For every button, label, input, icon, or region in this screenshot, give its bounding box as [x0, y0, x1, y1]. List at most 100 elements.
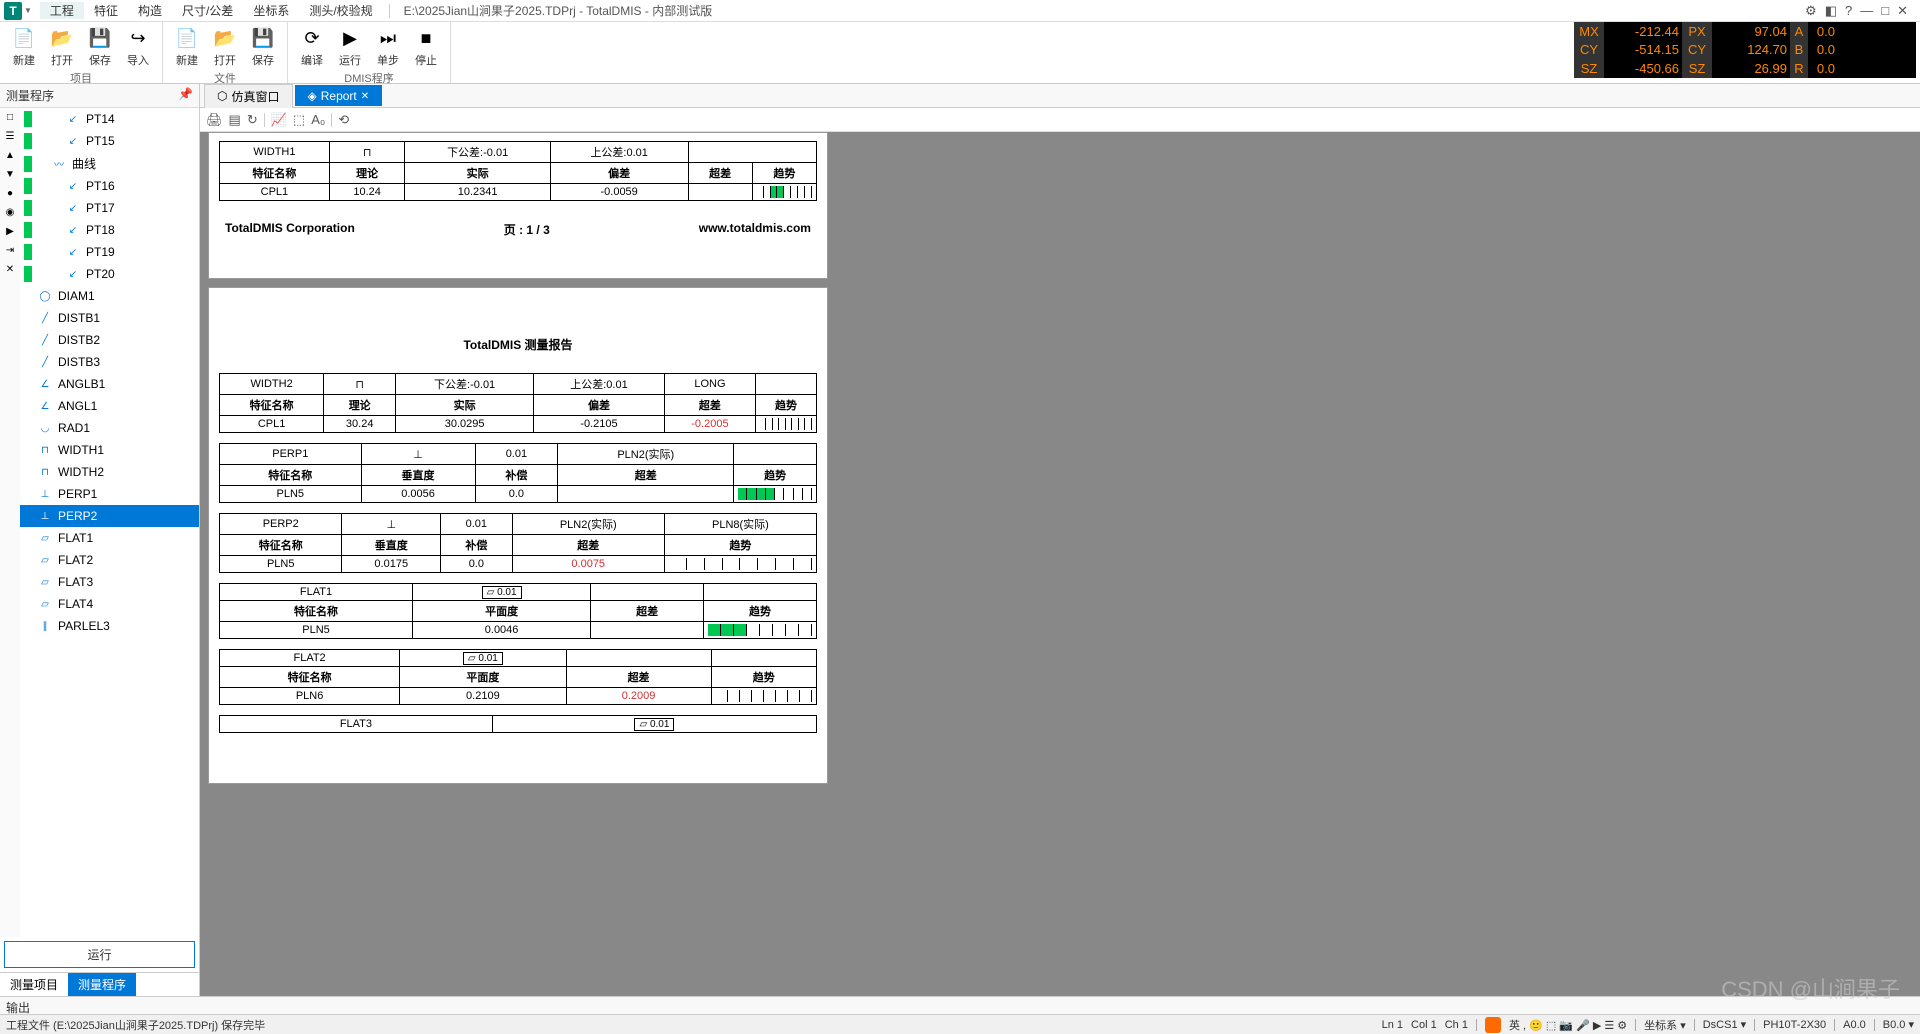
- toolbar-icon[interactable]: ⟲: [338, 112, 349, 128]
- tree-item-PARLEL3[interactable]: ∥PARLEL3: [20, 615, 199, 637]
- layout-icon[interactable]: ◧: [1825, 3, 1837, 19]
- run-button[interactable]: 运行: [4, 941, 195, 968]
- tree-item-曲线[interactable]: 〰曲线: [20, 152, 199, 175]
- side-icon[interactable]: ✕: [6, 264, 14, 275]
- report-scroll[interactable]: WIDTH1⊓下公差:-0.01上公差:0.01 特征名称理论实际偏差超差趋势 …: [200, 132, 1920, 996]
- footer-url: www.totaldmis.com: [699, 221, 811, 238]
- status-probe[interactable]: PH10T-2X30: [1763, 1019, 1826, 1031]
- status-bar-indicator: [24, 552, 32, 568]
- ribbon-icon: ▶: [338, 26, 362, 50]
- tree-item-PT14[interactable]: ↙PT14: [20, 108, 199, 130]
- tree-item-PT19[interactable]: ↙PT19: [20, 241, 199, 263]
- status-dscs[interactable]: DsCS1 ▾: [1703, 1018, 1746, 1031]
- ime-icon[interactable]: [1485, 1017, 1501, 1033]
- tree-item-label: DISTB2: [58, 333, 100, 347]
- pin-icon[interactable]: 📌: [178, 87, 193, 104]
- maximize-button[interactable]: □: [1881, 3, 1889, 19]
- feature-icon: ↙: [64, 114, 82, 125]
- feature-icon: ↙: [64, 181, 82, 192]
- program-tree[interactable]: ↙PT14↙PT15〰曲线↙PT16↙PT17↙PT18↙PT19↙PT20◯D…: [20, 108, 199, 937]
- tab-simulation[interactable]: ⬡ 仿真窗口: [204, 84, 293, 108]
- side-icon[interactable]: ▶: [6, 226, 14, 237]
- tree-item-FLAT2[interactable]: ▱FLAT2: [20, 549, 199, 571]
- ribbon-btn-单步[interactable]: ⏭单步: [370, 24, 406, 70]
- feature-icon: ⊥: [36, 489, 54, 500]
- tree-item-PT16[interactable]: ↙PT16: [20, 175, 199, 197]
- ribbon-btn-运行[interactable]: ▶运行: [332, 24, 368, 70]
- ribbon-btn-新建[interactable]: 📄新建: [6, 24, 42, 70]
- ribbon-btn-导入[interactable]: ↪导入: [120, 24, 156, 70]
- ribbon-icon: ↪: [126, 26, 150, 50]
- side-icon[interactable]: ◉: [6, 207, 15, 218]
- feature-icon: ▱: [36, 577, 54, 588]
- ribbon-btn-编译[interactable]: ⟳编译: [294, 24, 330, 70]
- toolbar-icon[interactable]: 📈: [271, 112, 287, 128]
- tree-item-PT17[interactable]: ↙PT17: [20, 197, 199, 219]
- tree-item-RAD1[interactable]: ◡RAD1: [20, 417, 199, 439]
- status-ime[interactable]: 英 , 🙂 ⬚ 📷 🎤 ▶ ☰ ⚙: [1509, 1017, 1627, 1033]
- tree-item-FLAT3[interactable]: ▱FLAT3: [20, 571, 199, 593]
- close-icon[interactable]: ✕: [361, 91, 369, 102]
- help-icon[interactable]: ?: [1845, 3, 1852, 19]
- tree-item-DISTB3[interactable]: ╱DISTB3: [20, 351, 199, 373]
- report-page-1: WIDTH1⊓下公差:-0.01上公差:0.01 特征名称理论实际偏差超差趋势 …: [208, 132, 828, 279]
- window-title: E:\2025Jian山涧果子2025.TDPrj - TotalDMIS - …: [404, 2, 713, 19]
- ribbon-btn-打开[interactable]: 📂打开: [44, 24, 80, 70]
- side-icon[interactable]: ●: [7, 188, 13, 199]
- menu-dim-tol[interactable]: 尺寸/公差: [172, 2, 243, 19]
- minimize-button[interactable]: —: [1860, 3, 1873, 19]
- side-icon[interactable]: □: [7, 112, 13, 123]
- ribbon-btn-保存[interactable]: 💾保存: [245, 24, 281, 70]
- tree-item-ANGL1[interactable]: ∠ANGL1: [20, 395, 199, 417]
- toolbar-icon[interactable]: ▤: [229, 112, 241, 128]
- tree-item-PERP2[interactable]: ⊥PERP2: [20, 505, 199, 527]
- tree-item-DISTB2[interactable]: ╱DISTB2: [20, 329, 199, 351]
- menu-feature[interactable]: 特征: [84, 2, 128, 19]
- ribbon-btn-打开[interactable]: 📂打开: [207, 24, 243, 70]
- ribbon-btn-保存[interactable]: 💾保存: [82, 24, 118, 70]
- tab-report[interactable]: ◈ Report ✕: [295, 85, 383, 106]
- cube-icon: ⬡: [217, 89, 227, 103]
- tree-item-PT15[interactable]: ↙PT15: [20, 130, 199, 152]
- side-icon[interactable]: ▲: [5, 150, 15, 161]
- footer-page: 页 : 1 / 3: [504, 221, 550, 238]
- gear-icon[interactable]: ⚙: [1805, 3, 1817, 19]
- tab-measure-items[interactable]: 测量项目: [0, 973, 68, 996]
- tree-item-PT20[interactable]: ↙PT20: [20, 263, 199, 285]
- tree-item-FLAT4[interactable]: ▱FLAT4: [20, 593, 199, 615]
- ribbon-btn-新建[interactable]: 📄新建: [169, 24, 205, 70]
- tree-item-label: ANGLB1: [58, 377, 105, 391]
- side-icon[interactable]: ▼: [5, 169, 15, 180]
- ribbon-btn-停止[interactable]: ■停止: [408, 24, 444, 70]
- side-icon[interactable]: ⇥: [6, 245, 14, 256]
- feature-icon: ▱: [36, 533, 54, 544]
- output-panel-header[interactable]: 输出: [0, 996, 1920, 1014]
- tree-item-WIDTH2[interactable]: ⊓WIDTH2: [20, 461, 199, 483]
- menu-project[interactable]: 工程: [40, 2, 84, 19]
- feature-icon: ⊓: [36, 445, 54, 456]
- toolbar-icon[interactable]: ↻: [247, 112, 258, 128]
- tree-item-PERP1[interactable]: ⊥PERP1: [20, 483, 199, 505]
- side-icon[interactable]: ☰: [6, 131, 15, 142]
- status-b[interactable]: B0.0 ▾: [1883, 1018, 1914, 1031]
- toolbar-icon[interactable]: ⬚: [293, 112, 305, 128]
- tree-item-FLAT1[interactable]: ▱FLAT1: [20, 527, 199, 549]
- dro-px-label: PX: [1682, 22, 1712, 41]
- tree-item-DIAM1[interactable]: ◯DIAM1: [20, 285, 199, 307]
- left-panel: 测量程序 📌 □ ☰ ▲ ▼ ● ◉ ▶ ⇥ ✕ ↙PT14↙PT15〰曲线↙PT16↙PT17…: [0, 84, 200, 996]
- toolbar-icon[interactable]: 🖨: [206, 112, 223, 128]
- menu-construct[interactable]: 构造: [128, 2, 172, 19]
- tree-item-PT18[interactable]: ↙PT18: [20, 219, 199, 241]
- tree-item-WIDTH1[interactable]: ⊓WIDTH1: [20, 439, 199, 461]
- status-bar-indicator: [24, 310, 32, 326]
- tab-measure-program[interactable]: 测量程序: [68, 973, 136, 996]
- tree-item-DISTB1[interactable]: ╱DISTB1: [20, 307, 199, 329]
- app-menu-arrow[interactable]: ▼: [24, 6, 32, 15]
- menu-coord[interactable]: 坐标系: [243, 2, 299, 19]
- main-area: 测量程序 📌 □ ☰ ▲ ▼ ● ◉ ▶ ⇥ ✕ ↙PT14↙PT15〰曲线↙PT16↙PT17…: [0, 84, 1920, 996]
- toolbar-icon[interactable]: A₀: [311, 112, 325, 127]
- tree-item-ANGLB1[interactable]: ∠ANGLB1: [20, 373, 199, 395]
- menu-probe[interactable]: 测头/校验规: [299, 2, 382, 19]
- close-button[interactable]: ✕: [1897, 3, 1908, 19]
- status-coordsys[interactable]: 坐标系 ▾: [1644, 1017, 1686, 1033]
